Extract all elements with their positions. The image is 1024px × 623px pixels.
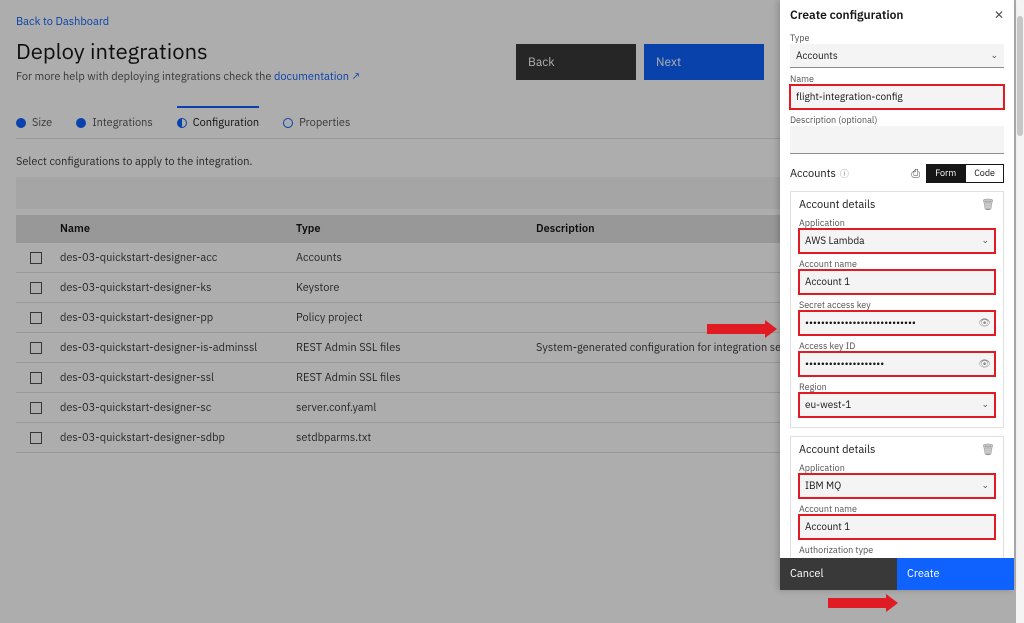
name-input[interactable]: flight-integration-config: [790, 85, 1004, 109]
account-details-title: Account details: [799, 443, 875, 457]
info-icon: ⓘ: [840, 167, 849, 180]
secret-key-input[interactable]: ••••••••••••••••••••••••••••: [799, 311, 995, 335]
scrollbar-thumb[interactable]: [1017, 16, 1023, 136]
row-type: Keystore: [296, 281, 536, 295]
row-name: des-03-quickstart-designer-ks: [56, 281, 296, 295]
row-name: des-03-quickstart-designer-pp: [56, 311, 296, 325]
chevron-down-icon: ⌄: [990, 50, 998, 61]
checkbox[interactable]: [30, 252, 42, 264]
name-label: Name: [790, 74, 1004, 85]
import-icon[interactable]: ⎙: [911, 167, 920, 181]
eye-icon[interactable]: 👁: [978, 357, 991, 370]
create-button[interactable]: Create: [897, 558, 1014, 590]
chevron-down-icon: ⌄: [981, 399, 989, 410]
accounts-label: Accounts: [790, 167, 836, 181]
next-button[interactable]: Next: [644, 44, 764, 80]
tab-configuration[interactable]: Configuration: [177, 106, 259, 138]
row-type: REST Admin SSL files: [296, 371, 536, 385]
row-name: des-03-quickstart-designer-sc: [56, 401, 296, 415]
region-select[interactable]: eu-west-1⌄: [799, 393, 995, 417]
row-name: des-03-quickstart-designer-sdbp: [56, 431, 296, 445]
back-button[interactable]: Back: [516, 44, 636, 80]
row-name: des-03-quickstart-designer-is-adminssl: [56, 341, 296, 355]
code-toggle[interactable]: Code: [965, 164, 1004, 183]
account-name-input-2[interactable]: Account 1: [799, 515, 995, 539]
checkbox[interactable]: [30, 402, 42, 414]
account-details-title: Account details: [799, 198, 875, 212]
row-name: des-03-quickstart-designer-ssl: [56, 371, 296, 385]
cancel-button[interactable]: Cancel: [780, 558, 897, 590]
tab-integrations[interactable]: Integrations: [76, 106, 153, 138]
eye-icon[interactable]: 👁: [978, 316, 991, 329]
type-label: Type: [790, 33, 1004, 44]
panel-title: Create configuration: [790, 8, 903, 23]
description-label: Description (optional): [790, 115, 1004, 126]
row-type: Policy project: [296, 311, 536, 325]
checkbox[interactable]: [30, 342, 42, 354]
row-type: server.conf.yaml: [296, 401, 536, 415]
trash-icon[interactable]: 🗑: [981, 198, 995, 212]
close-icon[interactable]: ✕: [994, 8, 1004, 23]
form-toggle[interactable]: Form: [926, 164, 965, 183]
checkbox[interactable]: [30, 282, 42, 294]
col-header-type: Type: [296, 222, 536, 236]
create-configuration-panel: Create configuration ✕ Type Accounts⌄ Na…: [780, 0, 1014, 590]
application-select-2[interactable]: IBM MQ⌄: [799, 474, 995, 498]
row-name: des-03-quickstart-designer-acc: [56, 251, 296, 265]
search-input[interactable]: 🔍: [16, 177, 884, 209]
chevron-down-icon: ⌄: [981, 480, 989, 491]
account-name-input-1[interactable]: Account 1: [799, 270, 995, 294]
back-to-dashboard-link[interactable]: Back to Dashboard: [16, 15, 109, 29]
checkbox[interactable]: [30, 432, 42, 444]
checkbox[interactable]: [30, 372, 42, 384]
type-select[interactable]: Accounts⌄: [790, 44, 1004, 68]
account-details-card-1: Account details🗑 Application AWS Lambda⌄…: [790, 191, 1004, 428]
row-type: setdbparms.txt: [296, 431, 536, 445]
account-details-card-2: Account details🗑 Application IBM MQ⌄ Acc…: [790, 436, 1004, 558]
application-select-1[interactable]: AWS Lambda⌄: [799, 229, 995, 253]
access-key-id-input[interactable]: ••••••••••••••••••••: [799, 352, 995, 376]
row-type: REST Admin SSL files: [296, 341, 536, 355]
trash-icon[interactable]: 🗑: [981, 443, 995, 457]
description-input[interactable]: [790, 126, 1004, 154]
col-header-name: Name: [56, 222, 296, 236]
checkbox[interactable]: [30, 312, 42, 324]
row-type: Accounts: [296, 251, 536, 265]
chevron-down-icon: ⌄: [981, 235, 989, 246]
documentation-link[interactable]: documentation ↗: [274, 70, 361, 84]
tab-size[interactable]: Size: [16, 106, 52, 138]
tab-properties[interactable]: Properties: [283, 106, 350, 138]
